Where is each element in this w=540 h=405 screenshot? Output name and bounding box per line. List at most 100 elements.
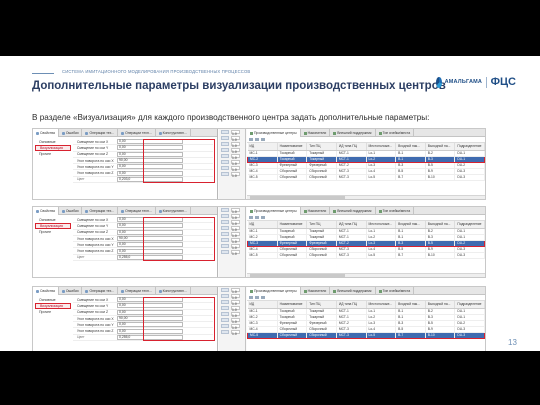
- tab-3[interactable]: Операции тех...: [82, 207, 119, 215]
- delete-icon[interactable]: [255, 216, 259, 219]
- column-header[interactable]: Тип ПЦ: [306, 143, 337, 151]
- aux-value[interactable]: 1.0: [231, 214, 240, 220]
- add-icon[interactable]: [249, 216, 253, 219]
- aux-swatch[interactable]: [221, 220, 229, 224]
- table-cell[interactable]: DU-3: [454, 331, 485, 339]
- aux-swatch[interactable]: [221, 238, 229, 242]
- table-cell[interactable]: В-10: [425, 174, 456, 181]
- table-cell[interactable]: В-7: [395, 331, 426, 339]
- column-header[interactable]: Подразделение: [454, 221, 485, 229]
- tab-1[interactable]: Производственные центры: [247, 287, 301, 295]
- aux-value[interactable]: 1.0: [231, 238, 240, 244]
- column-header[interactable]: Местоположе...: [366, 221, 397, 229]
- aux-swatch[interactable]: [221, 324, 229, 328]
- tab-2[interactable]: Ошибки: [59, 207, 83, 215]
- table-cell[interactable]: Lo-5: [366, 252, 397, 259]
- table-cell[interactable]: Сборочный: [277, 252, 308, 259]
- table-cell[interactable]: Сборочный: [277, 331, 308, 339]
- aux-swatch[interactable]: [221, 160, 229, 164]
- aux-value[interactable]: 1.0: [231, 300, 240, 306]
- aux-swatch[interactable]: [221, 288, 229, 292]
- column-header[interactable]: Тип ПЦ: [306, 301, 337, 309]
- scrollbar-thumb[interactable]: [250, 274, 346, 277]
- tab-1[interactable]: Свойства: [33, 129, 59, 137]
- aux-swatch[interactable]: [221, 148, 229, 152]
- add-icon[interactable]: [249, 138, 253, 141]
- aux-swatch[interactable]: [221, 330, 229, 334]
- table-cell[interactable]: МСТ-3: [336, 174, 367, 181]
- aux-value[interactable]: 1.0: [231, 154, 240, 160]
- table-cell[interactable]: МС-5: [247, 174, 278, 181]
- table-cell[interactable]: Сборочный: [306, 331, 337, 339]
- tab-4[interactable]: Тип ячейки/места: [376, 129, 415, 137]
- tab-1[interactable]: Производственные центры: [247, 207, 301, 215]
- table-cell[interactable]: В-10: [425, 331, 456, 339]
- table-cell[interactable]: Lo-5: [366, 331, 397, 339]
- aux-value[interactable]: 1.0: [231, 312, 240, 318]
- table-cell[interactable]: В-7: [395, 174, 426, 181]
- aux-swatch[interactable]: [221, 226, 229, 230]
- aux-value[interactable]: 1.0: [231, 232, 240, 238]
- delete-icon[interactable]: [255, 138, 259, 141]
- horizontal-scrollbar[interactable]: [247, 273, 485, 277]
- column-header[interactable]: Подразделение: [454, 301, 485, 309]
- tab-3[interactable]: Внешний поддержник: [330, 207, 376, 215]
- tab-4[interactable]: Тип ячейки/места: [376, 287, 415, 295]
- aux-swatch[interactable]: [221, 136, 229, 140]
- tab-3[interactable]: Операции тех...: [82, 129, 119, 137]
- aux-swatch[interactable]: [221, 142, 229, 146]
- aux-value[interactable]: 1.0: [231, 172, 240, 178]
- tab-5[interactable]: Конструктивн...: [156, 207, 191, 215]
- aux-swatch[interactable]: [221, 208, 229, 212]
- table-cell[interactable]: Lo-5: [366, 174, 397, 181]
- aux-value[interactable]: 1.0: [231, 288, 240, 294]
- tab-2[interactable]: Накопители: [301, 287, 331, 295]
- column-header[interactable]: Выходной на...: [425, 221, 456, 229]
- aux-swatch[interactable]: [221, 318, 229, 322]
- tab-1[interactable]: Свойства: [33, 287, 59, 295]
- category-item[interactable]: Прочее: [35, 309, 71, 315]
- aux-value[interactable]: 1.0: [231, 226, 240, 232]
- column-header[interactable]: Выходной на...: [425, 301, 456, 309]
- column-header[interactable]: Выходной на...: [425, 143, 456, 151]
- aux-value[interactable]: 1.0: [231, 324, 240, 330]
- delete-icon[interactable]: [255, 296, 259, 299]
- aux-swatch[interactable]: [221, 214, 229, 218]
- aux-swatch[interactable]: [221, 232, 229, 236]
- aux-swatch[interactable]: [221, 306, 229, 310]
- table-cell[interactable]: Сборочный: [306, 252, 337, 259]
- add-icon[interactable]: [249, 296, 253, 299]
- table-cell[interactable]: В-7: [395, 252, 426, 259]
- tab-2[interactable]: Ошибки: [59, 129, 83, 137]
- aux-value[interactable]: 1.0: [231, 130, 240, 136]
- aux-value[interactable]: 1.0: [231, 136, 240, 142]
- table-row[interactable]: МС-5 Сборочный Сборочный МСТ-3 Lo-5 В-7 В-10 DU…: [247, 174, 485, 181]
- aux-swatch[interactable]: [221, 294, 229, 298]
- aux-value[interactable]: 1.0: [231, 306, 240, 312]
- aux-value[interactable]: 1.0: [231, 160, 240, 166]
- tab-2[interactable]: Накопители: [301, 129, 331, 137]
- tab-4[interactable]: Операции техн...: [118, 287, 156, 295]
- table-cell[interactable]: Сборочный: [277, 174, 308, 181]
- column-header[interactable]: Наименование: [277, 221, 308, 229]
- aux-value[interactable]: 1.0: [231, 142, 240, 148]
- column-header[interactable]: Входной нак...: [395, 301, 426, 309]
- tab-2[interactable]: Ошибки: [59, 287, 83, 295]
- column-header[interactable]: Местоположе...: [366, 143, 397, 151]
- tab-2[interactable]: Накопители: [301, 207, 331, 215]
- tab-1[interactable]: Производственные центры: [247, 129, 301, 137]
- tab-3[interactable]: Внешний поддержник: [330, 287, 376, 295]
- table-cell[interactable]: МСТ-3: [336, 252, 367, 259]
- aux-swatch[interactable]: [221, 154, 229, 158]
- aux-value[interactable]: 1.0: [231, 330, 240, 336]
- table-cell[interactable]: МС-5: [247, 252, 278, 259]
- aux-swatch[interactable]: [221, 166, 229, 170]
- aux-value[interactable]: 1.0: [231, 208, 240, 214]
- aux-value[interactable]: 1.0: [231, 250, 240, 256]
- filter-icon[interactable]: [261, 138, 265, 141]
- filter-icon[interactable]: [261, 216, 265, 219]
- aux-value[interactable]: 1.0: [231, 294, 240, 300]
- table-row[interactable]: МС-5 Сборочный Сборочный МСТ-3 Lo-5 В-7 В-10 DU…: [247, 331, 485, 339]
- table-row[interactable]: МС-5 Сборочный Сборочный МСТ-3 Lo-5 В-7 В-10 DU…: [247, 252, 485, 259]
- column-header[interactable]: Входной нак...: [395, 143, 426, 151]
